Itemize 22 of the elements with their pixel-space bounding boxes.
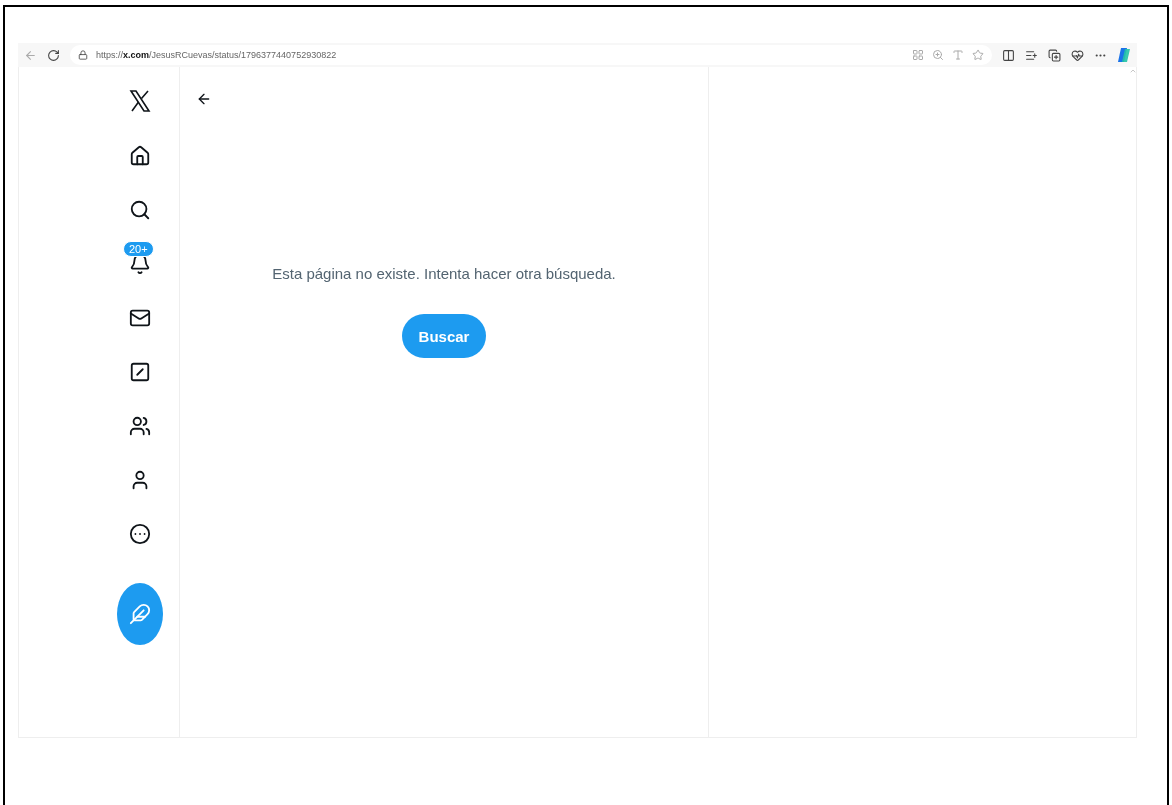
home-icon[interactable] <box>129 145 151 167</box>
people-icon[interactable] <box>129 415 151 437</box>
x-logo-icon[interactable] <box>128 89 152 113</box>
more-icon[interactable] <box>129 523 151 545</box>
split-screen-icon[interactable] <box>1002 48 1015 62</box>
star-icon[interactable] <box>972 49 984 61</box>
health-icon[interactable] <box>1071 48 1084 62</box>
collections-icon[interactable] <box>1048 48 1061 62</box>
back-icon[interactable] <box>196 91 212 107</box>
url-text: https://x.com/JesusRCuevas/status/1796377440752930822 <box>96 50 337 60</box>
lock-icon <box>78 50 88 60</box>
address-bar[interactable]: https://x.com/JesusRCuevas/status/1796377440752930822 <box>70 45 992 65</box>
refresh-icon[interactable] <box>47 48 60 62</box>
copilot-icon[interactable] <box>1117 47 1131 63</box>
feather-icon <box>129 603 151 625</box>
favorites-icon[interactable] <box>1025 48 1038 62</box>
slash-square-icon[interactable] <box>129 361 151 383</box>
notification-badge: 20+ <box>123 241 154 257</box>
error-message: Esta página no existe. Intenta hacer otra búsqueda. <box>272 265 616 282</box>
compose-button[interactable] <box>117 583 163 645</box>
search-icon[interactable] <box>129 199 151 221</box>
mail-icon[interactable] <box>129 307 151 329</box>
